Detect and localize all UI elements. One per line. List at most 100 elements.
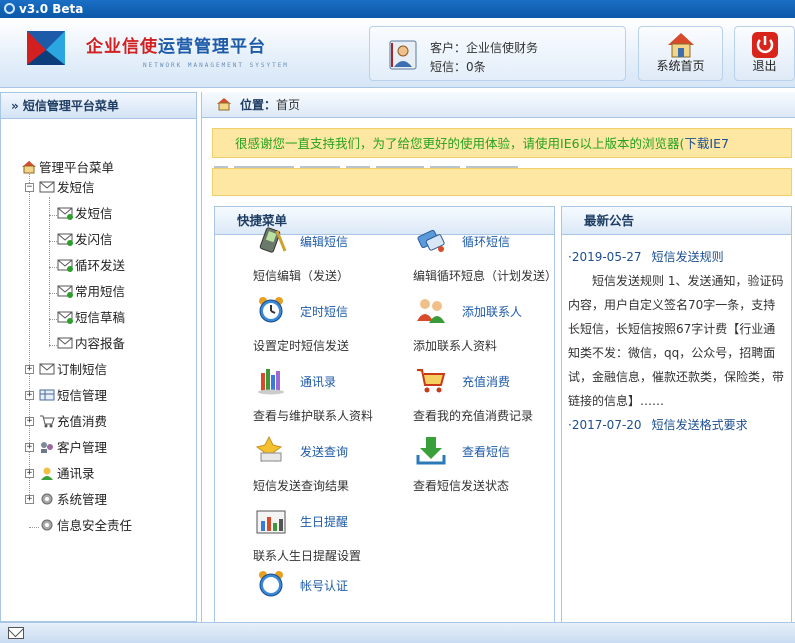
quick-item-desc: 短信编辑（发送） — [253, 269, 350, 283]
address-book-icon — [258, 369, 284, 395]
loop-sms-icon — [417, 229, 445, 252]
gear-icon — [4, 3, 15, 14]
alarm-clock-icon — [259, 297, 283, 323]
sidebar-item-loop-send[interactable]: 循环发送 — [57, 256, 125, 276]
birthday-icon — [256, 510, 286, 534]
sidebar-item-flash-sms[interactable]: 发闪信 — [57, 230, 113, 250]
user-info-box: 客户：企业信使财务 短信：0条 — [369, 26, 626, 81]
mail-icon — [8, 627, 24, 639]
news-title: 最新公告 — [562, 207, 791, 235]
quick-menu-panel: 快捷菜单 编辑短信 短信编辑（发送） 循环短信 编辑循环短息（计划发送） 定时短… — [214, 206, 558, 626]
expand-toggle[interactable]: + — [25, 469, 34, 478]
quick-item-title: 编辑短信 — [300, 235, 349, 249]
quick-item-desc: 查看与维护联系人资料 — [253, 409, 374, 423]
quick-item-desc: 设置定时短信发送 — [253, 339, 350, 353]
breadcrumb-value: 首页 — [276, 98, 301, 112]
user-avatar-icon — [389, 40, 417, 70]
sidebar-item-send-group[interactable]: 发短信 — [39, 178, 95, 198]
alarm-clock-icon — [259, 571, 283, 597]
quick-item-desc: 编辑循环短息（计划发送） — [413, 269, 558, 283]
sidebar-item-common-sms[interactable]: 常用短信 — [57, 282, 125, 302]
sidebar-item-content-filing[interactable]: 内容报备 — [57, 334, 125, 354]
news-date: ·2017-07-20 — [568, 418, 642, 432]
browser-notice: 很感谢您一直支持我们，为了给您更好的使用体验，请使用IE6以上版本的浏览器(下载… — [212, 128, 792, 158]
window-title: v3.0 Beta — [19, 2, 84, 16]
quick-item-title: 发送查询 — [300, 445, 349, 459]
quick-item-title: 添加联系人 — [462, 305, 523, 319]
logout-button-label: 退出 — [752, 59, 777, 73]
breadcrumb: 位置：首页 — [202, 92, 795, 118]
sidebar-item-system[interactable]: 系统管理 — [39, 490, 107, 510]
download-icon — [416, 437, 446, 465]
notice-text: 很感谢您一直支持我们，为了给您更好的使用体验，请使用IE6以上版本的浏览器( — [235, 136, 685, 151]
bottom-bar — [0, 622, 795, 643]
sidebar-item-security[interactable]: 信息安全责任 — [39, 516, 132, 536]
notice-bar-secondary — [212, 168, 792, 196]
gear-icon — [41, 519, 53, 531]
expand-toggle[interactable]: + — [25, 417, 34, 426]
logo-icon — [27, 31, 65, 65]
quick-item-title: 查看短信 — [462, 445, 511, 459]
mail-check-icon — [57, 285, 73, 298]
tree-root[interactable]: 管理平台菜单 — [21, 158, 114, 178]
expand-toggle[interactable]: + — [25, 443, 34, 452]
quick-item-title: 定时短信 — [300, 305, 349, 319]
brand-title: 企业信使运营管理平台 — [86, 37, 266, 57]
mail-check-icon — [57, 259, 73, 272]
quick-item-title: 充值消费 — [462, 375, 511, 389]
expand-toggle[interactable]: + — [25, 391, 34, 400]
logout-button[interactable]: 退出 — [734, 26, 795, 81]
collapse-toggle[interactable]: − — [25, 183, 34, 192]
house-icon — [22, 161, 36, 174]
mail-check-icon — [57, 207, 73, 220]
sidebar-title: » 短信管理平台菜单 — [1, 93, 196, 119]
expand-toggle[interactable]: + — [25, 365, 34, 374]
news-list: ·2019-05-27 短信发送规则 短信发送规则 1、发送通知，验证码内容，用户… — [562, 235, 791, 437]
home-icon — [667, 33, 694, 58]
quick-item-desc: 短信发送查询结果 — [253, 479, 350, 493]
download-ie-link[interactable]: 下载IE7 — [684, 136, 729, 151]
sms-balance: 短信：0条 — [430, 60, 486, 74]
window-titlebar: v3.0 Beta — [0, 0, 795, 18]
home-button-label: 系统首页 — [656, 59, 705, 73]
quick-item-desc: 联系人生日提醒设置 — [253, 549, 362, 563]
sidebar-item-contacts[interactable]: 通讯录 — [39, 464, 95, 484]
brand-subtitle: NETWORK MANAGEMENT SYSYTEM — [143, 62, 289, 69]
header: 企业信使运营管理平台 NETWORK MANAGEMENT SYSYTEM 客户… — [0, 18, 795, 88]
house-icon — [217, 98, 231, 111]
send-query-icon — [255, 435, 283, 463]
contacts-icon — [41, 467, 53, 480]
news-item[interactable]: ·2019-05-27 短信发送规则 — [568, 245, 787, 269]
news-item-title[interactable]: 短信发送格式要求 — [652, 418, 748, 432]
table-icon — [39, 389, 55, 401]
sidebar-item-customers[interactable]: 客户管理 — [39, 438, 107, 458]
sidebar-item-custom-sms[interactable]: 订制短信 — [39, 360, 107, 380]
sidebar-item-sms-management[interactable]: 短信管理 — [39, 386, 107, 406]
mail-icon — [39, 363, 55, 375]
quick-item-title: 通讯录 — [300, 375, 337, 389]
user-name: 客户：企业信使财务 — [430, 41, 539, 55]
sidebar-item-drafts[interactable]: 短信草稿 — [57, 308, 125, 328]
quick-item-title: 生日提醒 — [300, 515, 349, 529]
customers-icon — [41, 442, 53, 453]
home-button[interactable]: 系统首页 — [638, 26, 723, 81]
sidebar: » 短信管理平台菜单 管理平台菜单 − 发短信 发短信 发闪信 循环发送 常用短… — [0, 92, 197, 622]
quick-item-title: 循环短信 — [462, 235, 511, 249]
sidebar-item-send-sms[interactable]: 发短信 — [57, 204, 113, 224]
add-contact-icon — [417, 299, 445, 323]
notice-overflow-line — [214, 158, 594, 168]
mail-icon — [57, 337, 73, 349]
quick-item-desc: 查看短信发送状态 — [413, 479, 510, 493]
sidebar-item-recharge[interactable]: 充值消费 — [39, 412, 107, 432]
news-item[interactable]: ·2017-07-20 短信发送格式要求 — [568, 413, 787, 437]
power-icon — [751, 32, 778, 58]
news-item-title[interactable]: 短信发送规则 — [652, 250, 724, 264]
news-item-body: 短信发送规则 1、发送通知，验证码内容，用户自定义签名70字一条，支持长短信，长… — [568, 274, 785, 408]
news-panel: 最新公告 ·2019-05-27 短信发送规则 短信发送规则 1、发送通知，验证码… — [561, 206, 792, 626]
gear-icon — [41, 493, 53, 505]
mail-check-icon — [57, 311, 73, 324]
expand-toggle[interactable]: + — [25, 495, 34, 504]
breadcrumb-label: 位置： — [240, 98, 277, 112]
quick-item-desc: 查看我的充值消费记录 — [413, 409, 534, 423]
mail-icon — [39, 181, 55, 193]
